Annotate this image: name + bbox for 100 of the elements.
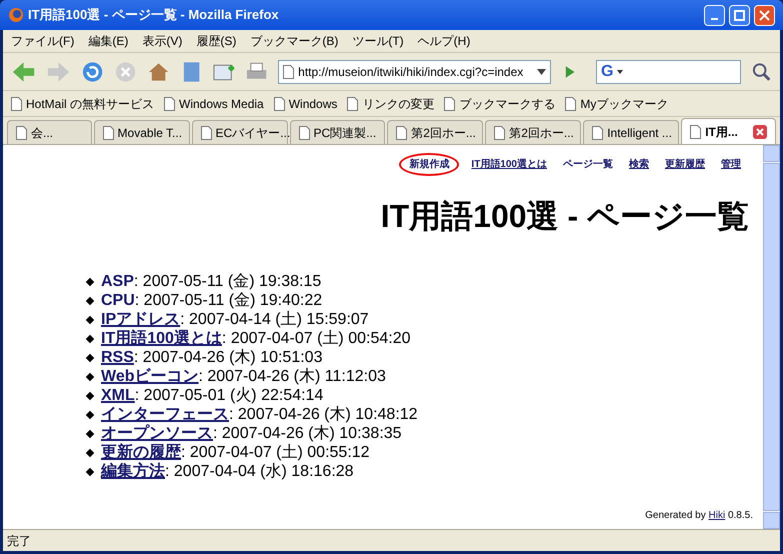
browser-tab[interactable]: IT用... (681, 118, 776, 144)
dropdown-icon[interactable] (536, 68, 546, 74)
bullet-icon (86, 448, 94, 457)
tab-label: IT用... (705, 124, 739, 140)
tab-label: 第2回ホー... (411, 124, 476, 142)
page-heading: IT用語100選 - ページ一覧 (380, 197, 749, 236)
page-entry: CPU: 2007-05-11 (金) 19:40:22 (101, 291, 322, 310)
nav-link[interactable]: 新規作成 (399, 153, 460, 176)
close-button[interactable] (754, 4, 775, 26)
bookmark-item[interactable]: リンクの変更 (347, 94, 434, 112)
page-icon (565, 96, 576, 110)
bullet-icon (86, 277, 94, 286)
maximize-icon (734, 10, 745, 20)
page-link[interactable]: 更新の履歴 (101, 444, 181, 461)
nav-link[interactable]: 管理 (717, 153, 745, 176)
bookmark-item[interactable]: HotMail の無料サービス (11, 94, 154, 112)
page-entry: Webビーコン: 2007-04-26 (木) 11:12:03 (101, 367, 386, 386)
browser-tab[interactable]: Movable T... (94, 120, 190, 144)
close-tab-icon[interactable] (753, 124, 767, 138)
search-icon[interactable] (750, 60, 772, 82)
page-link[interactable]: ASP (101, 273, 134, 290)
page-icon (690, 124, 702, 138)
page-icon (11, 96, 22, 110)
page-link[interactable]: XML (101, 387, 135, 404)
bullet-icon (86, 315, 94, 324)
browser-tab[interactable]: ECバイヤー... (192, 120, 288, 144)
tab-label: 会... (31, 124, 54, 142)
nav-link[interactable]: 検索 (625, 153, 653, 176)
maximize-button[interactable] (729, 4, 750, 26)
page-link[interactable]: Webビーコン (101, 368, 198, 385)
page-link[interactable]: IPアドレス (101, 311, 180, 328)
reload-icon[interactable] (81, 60, 104, 84)
bullet-icon (86, 391, 94, 400)
bookmark-item[interactable]: Windows (274, 94, 338, 112)
back-arrow-icon[interactable] (11, 60, 36, 84)
page-icon (444, 96, 456, 110)
page-entry: ASP: 2007-05-11 (金) 19:38:15 (101, 272, 322, 291)
page-link[interactable]: CPU (101, 292, 135, 309)
bullet-icon (86, 410, 94, 419)
bullet-icon (86, 296, 94, 305)
page-link[interactable]: インターフェース (101, 406, 229, 423)
browser-tab[interactable]: PC関連製... (290, 120, 386, 144)
minimize-button[interactable] (704, 4, 725, 26)
page-icon (200, 126, 212, 140)
tab-label: Movable T... (118, 124, 182, 142)
search-field[interactable]: G (596, 60, 741, 84)
page-entry: インターフェース: 2007-04-26 (木) 10:48:12 (101, 405, 418, 424)
page-entry: オープンソース: 2007-04-26 (木) 10:38:35 (101, 424, 402, 443)
tab-label: PC関連製... (314, 124, 376, 142)
page-icon (274, 96, 285, 110)
address-field[interactable]: http://museion/itwiki/hiki/index.cgi?c=index (278, 60, 551, 84)
page-icon (592, 126, 604, 140)
page-link[interactable]: オープンソース (101, 425, 213, 442)
page-icon (16, 126, 27, 140)
nav-link[interactable]: IT用語100選とは (467, 153, 551, 176)
menu-item[interactable]: ヘルプ(H) (418, 32, 470, 50)
bullet-icon (86, 467, 94, 476)
tab-label: ECバイヤー... (216, 124, 290, 142)
bookmark-item[interactable]: Windows Media (164, 94, 264, 112)
bullet-icon (86, 353, 94, 362)
page-entry: 更新の履歴: 2007-04-07 (土) 00:55:12 (101, 443, 370, 462)
tab-label: Intelligent ... (607, 124, 672, 142)
tab-label: 第2回ホー... (509, 124, 574, 142)
page-entry: 編集方法: 2007-04-04 (水) 18:16:28 (101, 462, 354, 481)
page-icon (396, 126, 408, 140)
bullet-icon (86, 429, 94, 438)
menu-item[interactable]: 表示(V) (142, 32, 182, 50)
address-text: http://museion/itwiki/hiki/index.cgi?c=index (298, 64, 524, 80)
browser-tab[interactable]: 第2回ホー... (387, 120, 484, 144)
bullet-icon (86, 334, 94, 343)
page-link[interactable]: 編集方法 (101, 463, 165, 480)
window-title: IT用語100選 - ページ一覧 - Mozilla Firefox (28, 6, 280, 24)
menu-item[interactable]: ツール(T) (352, 32, 404, 50)
minimize-icon (711, 18, 718, 20)
status-text: 完了 (7, 532, 31, 550)
bookmark-item[interactable]: ブックマークする (444, 94, 556, 112)
menu-item[interactable]: ファイル(F) (11, 32, 74, 50)
page-link[interactable]: IT用語100選とは (101, 330, 222, 347)
bullet-icon (86, 372, 94, 381)
page-icon (494, 126, 506, 140)
menu-item[interactable]: ブックマーク(B) (250, 32, 338, 50)
page-entry: RSS: 2007-04-26 (木) 10:51:03 (101, 348, 322, 367)
menu-item[interactable]: 履歴(S) (196, 32, 236, 50)
page-entry: IT用語100選とは: 2007-04-07 (土) 00:54:20 (101, 329, 410, 348)
search-engine-logo[interactable]: G (596, 64, 618, 80)
dropdown-icon[interactable] (617, 70, 624, 74)
hiki-link[interactable]: Hiki (708, 510, 726, 521)
browser-logo-icon (8, 7, 24, 23)
nav-link[interactable]: 更新履歴 (661, 153, 709, 176)
bookmark-item[interactable]: Myブックマーク (565, 94, 668, 112)
scrollbar[interactable] (763, 145, 780, 529)
browser-tab[interactable]: 第2回ホー... (485, 120, 582, 144)
close-icon (759, 10, 770, 20)
browser-tab[interactable]: Intelligent ... (583, 120, 680, 144)
page-icon (164, 96, 176, 110)
browser-tab[interactable]: 会... (7, 120, 92, 144)
nav-link[interactable]: ページ一覧 (559, 153, 617, 176)
page-link[interactable]: RSS (101, 349, 134, 366)
menu-item[interactable]: 編集(E) (88, 32, 128, 50)
page-icon (298, 126, 310, 140)
